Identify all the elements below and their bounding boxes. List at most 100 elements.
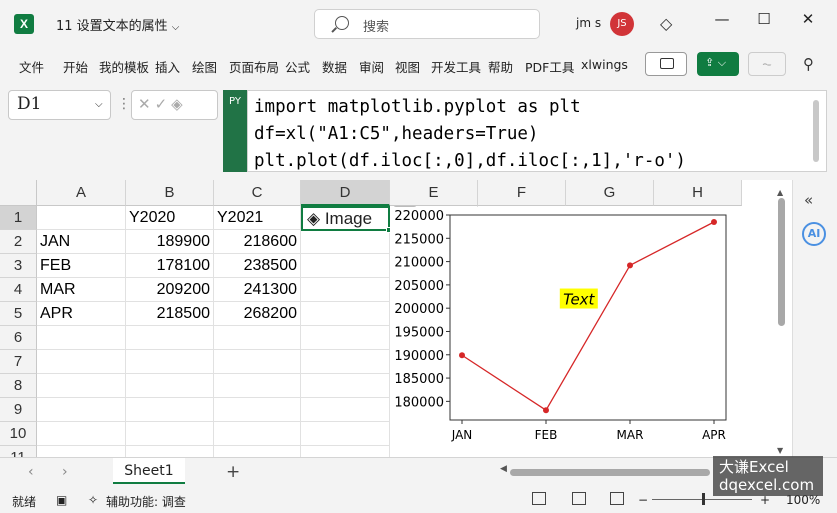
cell[interactable]: FEB bbox=[37, 254, 126, 278]
cell[interactable] bbox=[214, 422, 301, 446]
accessibility-status[interactable]: 辅助功能: 调查 bbox=[106, 493, 186, 510]
cell[interactable] bbox=[126, 350, 214, 374]
scroll-down-icon[interactable]: ▼ bbox=[777, 446, 783, 455]
column-header[interactable]: F bbox=[478, 180, 566, 206]
tab-help[interactable]: 帮助 bbox=[488, 57, 516, 76]
tab-developer[interactable]: 开发工具 bbox=[431, 57, 481, 76]
cell[interactable] bbox=[301, 278, 390, 302]
add-sheet-button[interactable]: + bbox=[226, 462, 240, 482]
cell[interactable]: 268200 bbox=[214, 302, 301, 326]
more-icon[interactable]: ⋮ bbox=[117, 96, 131, 112]
line-chart[interactable]: 180000 185000 190000 195000 200000 205000 2100… bbox=[390, 207, 740, 457]
document-title[interactable]: 11 设置文本的属性 ⌵ bbox=[56, 15, 179, 34]
formula-scrollbar[interactable] bbox=[813, 100, 819, 162]
cell[interactable]: MAR bbox=[37, 278, 126, 302]
diamond-icon[interactable]: ◇ bbox=[660, 14, 672, 33]
horizontal-scroll-thumb[interactable] bbox=[510, 469, 710, 476]
person-icon[interactable]: ⚲ bbox=[803, 55, 814, 73]
column-header[interactable]: C bbox=[214, 180, 301, 206]
column-header[interactable]: E bbox=[390, 180, 478, 206]
cell[interactable] bbox=[126, 326, 214, 350]
cancel-icon[interactable]: ✕ bbox=[138, 95, 155, 113]
cell[interactable]: Y2020 bbox=[126, 206, 214, 230]
ai-icon[interactable]: AI bbox=[802, 222, 826, 246]
cell[interactable] bbox=[126, 422, 214, 446]
cell[interactable] bbox=[37, 206, 126, 230]
cell[interactable] bbox=[37, 326, 126, 350]
comments-button[interactable] bbox=[645, 52, 687, 76]
row-header[interactable]: 5 bbox=[0, 302, 37, 326]
cell[interactable] bbox=[37, 422, 126, 446]
row-header[interactable]: 3 bbox=[0, 254, 37, 278]
user-name[interactable]: jm s bbox=[576, 16, 601, 30]
page-break-view-icon[interactable] bbox=[610, 492, 624, 505]
cell[interactable]: JAN bbox=[37, 230, 126, 254]
tab-data[interactable]: 数据 bbox=[322, 57, 350, 76]
row-header[interactable]: 2 bbox=[0, 230, 37, 254]
cell[interactable] bbox=[214, 326, 301, 350]
cell[interactable]: 189900 bbox=[126, 230, 214, 254]
activity-button[interactable]: ⏦ bbox=[748, 52, 786, 76]
tab-my-templates[interactable]: 我的模板 bbox=[99, 57, 149, 76]
row-header[interactable]: 11 bbox=[0, 446, 37, 457]
row-header[interactable]: 8 bbox=[0, 374, 37, 398]
avatar[interactable]: JS bbox=[610, 12, 634, 36]
check-icon[interactable]: ✓ bbox=[155, 95, 172, 113]
tab-review[interactable]: 审阅 bbox=[359, 57, 387, 76]
select-all-corner[interactable] bbox=[0, 180, 37, 206]
close-button[interactable]: ✕ bbox=[796, 10, 820, 28]
cell[interactable] bbox=[301, 326, 390, 350]
cell[interactable] bbox=[301, 254, 390, 278]
name-box[interactable]: D1 ⌵ bbox=[8, 90, 111, 120]
cell[interactable]: APR bbox=[37, 302, 126, 326]
sheet-tab[interactable]: Sheet1 bbox=[113, 458, 185, 484]
maximize-button[interactable]: ☐ bbox=[752, 10, 776, 28]
tab-pdf-tools[interactable]: PDF工具 bbox=[525, 57, 575, 76]
formula-input[interactable]: import matplotlib.pyplot as plt df=xl("A1… bbox=[247, 90, 827, 172]
cell[interactable] bbox=[214, 350, 301, 374]
cell[interactable]: 218500 bbox=[126, 302, 214, 326]
cell[interactable] bbox=[126, 398, 214, 422]
column-header[interactable]: B bbox=[126, 180, 214, 206]
cell[interactable]: 238500 bbox=[214, 254, 301, 278]
cell[interactable] bbox=[214, 446, 301, 457]
cell[interactable] bbox=[37, 374, 126, 398]
previous-sheet-icon[interactable]: ‹ bbox=[28, 464, 34, 480]
collapse-pane-icon[interactable]: « bbox=[804, 191, 813, 209]
column-header[interactable]: A bbox=[37, 180, 126, 206]
layers-icon[interactable]: ◈ bbox=[171, 95, 187, 113]
row-header[interactable]: 7 bbox=[0, 350, 37, 374]
cell[interactable]: 178100 bbox=[126, 254, 214, 278]
cell[interactable] bbox=[214, 374, 301, 398]
column-header[interactable]: G bbox=[566, 180, 654, 206]
tab-insert[interactable]: 插入 bbox=[155, 57, 183, 76]
macro-record-icon[interactable]: ▣ bbox=[56, 493, 67, 507]
cell[interactable] bbox=[301, 398, 390, 422]
cell[interactable] bbox=[301, 422, 390, 446]
tab-page-layout[interactable]: 页面布局 bbox=[229, 57, 279, 76]
cell[interactable] bbox=[214, 398, 301, 422]
active-cell-d1[interactable]: ◈ Image bbox=[301, 206, 392, 233]
share-button[interactable]: ⇪ ⌵ bbox=[697, 52, 739, 76]
column-header[interactable]: H bbox=[654, 180, 742, 206]
tab-formulas[interactable]: 公式 bbox=[285, 57, 313, 76]
zoom-slider-knob[interactable] bbox=[702, 493, 705, 505]
cell[interactable] bbox=[301, 302, 390, 326]
cell[interactable] bbox=[301, 374, 390, 398]
search-box[interactable]: 搜索 bbox=[314, 9, 540, 39]
column-header[interactable]: D bbox=[301, 180, 390, 206]
normal-view-icon[interactable] bbox=[532, 492, 546, 505]
cell[interactable] bbox=[301, 230, 390, 254]
vertical-scroll-thumb[interactable] bbox=[778, 198, 785, 326]
row-header[interactable]: 9 bbox=[0, 398, 37, 422]
minimize-button[interactable]: — bbox=[710, 10, 734, 28]
tab-file[interactable]: 文件 bbox=[19, 57, 47, 76]
tab-view[interactable]: 视图 bbox=[395, 57, 423, 76]
cell[interactable] bbox=[126, 446, 214, 457]
cell[interactable] bbox=[301, 350, 390, 374]
row-header[interactable]: 1 bbox=[0, 206, 37, 230]
zoom-out-icon[interactable]: − bbox=[638, 493, 648, 507]
scroll-left-icon[interactable]: ◀ bbox=[500, 464, 507, 474]
row-header[interactable]: 4 bbox=[0, 278, 37, 302]
tab-draw[interactable]: 绘图 bbox=[192, 57, 220, 76]
